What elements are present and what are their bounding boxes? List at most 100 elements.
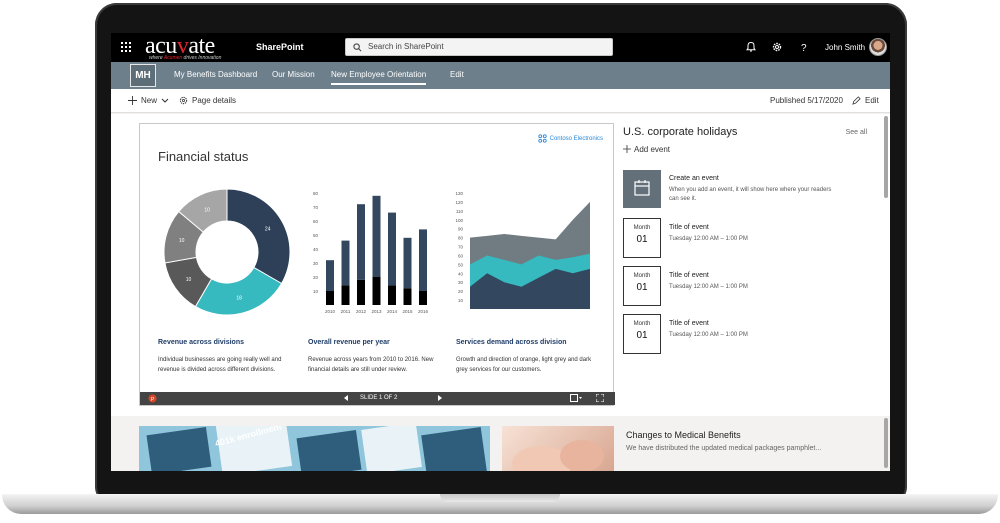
- bar-segment-base: [341, 285, 350, 305]
- bar-segment-top: [326, 260, 334, 291]
- view-mode-icon[interactable]: [570, 394, 582, 402]
- pencil-icon: [852, 96, 861, 105]
- site-nav: MH My Benefits Dashboard Our Mission New…: [111, 62, 890, 89]
- donut-label: 10: [204, 207, 210, 213]
- suite-bar: acuvate where Acumen drives Innovation S…: [111, 33, 890, 62]
- y-tick-label: 10: [313, 289, 319, 294]
- help-icon[interactable]: ?: [798, 41, 810, 53]
- y-tick-label: 70: [458, 245, 464, 250]
- app-launcher-icon[interactable]: [121, 42, 131, 52]
- donut-chart: 24 18 10 10 10: [163, 188, 291, 316]
- y-tick-label: 40: [458, 271, 464, 276]
- bar-segment-base: [388, 285, 396, 305]
- published-status: Published 5/17/2020: [770, 96, 843, 105]
- create-event-card[interactable]: Create an event When you add an event, i…: [623, 170, 873, 210]
- screen: acuvate where Acumen drives Innovation S…: [111, 33, 890, 471]
- event-item[interactable]: Month 01 Title of event Tuesday 12:00 AM …: [623, 266, 873, 306]
- edit-button[interactable]: Edit: [852, 96, 879, 105]
- bar-chart: 10 20 30 40 50 60 70 80 2010 2011 2012 2013 2014 2015…: [313, 191, 429, 314]
- y-tick-label: 30: [313, 261, 319, 266]
- event-time: Tuesday 12:00 AM – 1:00 PM: [669, 236, 748, 242]
- site-logo[interactable]: MH: [130, 64, 156, 87]
- bar-segment-top: [419, 229, 427, 291]
- caption-text-3: Growth and direction of orange, light gr…: [456, 357, 592, 373]
- command-bar: New Page details Published 5/17/2020 Edi…: [111, 89, 890, 113]
- brand-label: Contoso Electronics: [549, 135, 603, 142]
- bar-segment-base: [326, 291, 334, 305]
- bell-icon[interactable]: [745, 41, 757, 53]
- event-title: Title of event: [669, 320, 709, 327]
- x-tick-label: 2013: [371, 309, 382, 314]
- y-tick-label: 80: [313, 191, 319, 196]
- powerpoint-icon[interactable]: P: [148, 394, 157, 403]
- donut-label: 10: [179, 238, 185, 244]
- app-name[interactable]: SharePoint: [256, 42, 304, 52]
- page-details-label: Page details: [192, 96, 237, 105]
- scrollbar[interactable]: [884, 116, 888, 198]
- x-tick-label: 2012: [356, 309, 367, 314]
- caption-heading-3: Services demand across division: [456, 339, 567, 346]
- scrollbar-lower[interactable]: [884, 418, 888, 468]
- event-date: Month 01: [623, 218, 661, 258]
- caption-heading-2: Overall revenue per year: [308, 339, 390, 346]
- new-button[interactable]: New: [128, 96, 169, 105]
- fullscreen-icon[interactable]: [596, 394, 604, 402]
- bar-segment-base: [372, 277, 381, 305]
- x-tick-label: 2016: [418, 309, 429, 314]
- caption-text-2: Revenue across years from 2010 to 2016. …: [308, 357, 434, 373]
- brand-icon: [538, 134, 547, 143]
- bar-segment-base: [403, 288, 412, 305]
- event-date: Month 01: [623, 266, 661, 306]
- donut-label: 10: [186, 277, 192, 283]
- edit-label: Edit: [865, 96, 879, 105]
- create-event-text: When you add an event, it will show here…: [669, 187, 832, 202]
- x-tick-label: 2015: [402, 309, 413, 314]
- area-chart: 10 20 30 40 50 60 70 80 90 100 110 120 130: [455, 191, 590, 309]
- bar-segment-top: [388, 212, 396, 286]
- bar-segment-top: [357, 204, 365, 280]
- settings-icon: [179, 96, 188, 105]
- nav-item-orientation[interactable]: New Employee Orientation: [331, 70, 427, 85]
- bar-segment-top: [372, 195, 381, 277]
- add-event-label: Add event: [634, 145, 671, 154]
- previous-slide-icon[interactable]: [342, 394, 350, 402]
- powerpoint-slide[interactable]: Contoso Electronics Financial status 24 1…: [139, 123, 615, 406]
- y-tick-label: 30: [458, 280, 464, 285]
- nav-item-mission[interactable]: Our Mission: [272, 70, 315, 79]
- caption-heading-1: Revenue across divisions: [158, 339, 244, 346]
- plus-icon: [128, 96, 137, 105]
- event-title: Title of event: [669, 272, 709, 279]
- y-tick-label: 130: [455, 191, 463, 196]
- search-icon: [353, 43, 362, 52]
- y-tick-label: 70: [313, 205, 319, 210]
- avatar[interactable]: [869, 38, 887, 56]
- company-tagline: where Acumen drives Innovation: [149, 55, 222, 61]
- x-tick-label: 2011: [341, 309, 351, 314]
- nav-item-edit[interactable]: Edit: [450, 70, 464, 79]
- y-tick-label: 50: [313, 233, 319, 238]
- bar-segment-top: [341, 240, 350, 286]
- news-title[interactable]: Changes to Medical Benefits: [626, 430, 741, 440]
- y-tick-label: 40: [313, 247, 319, 252]
- user-name[interactable]: John Smith: [825, 43, 865, 52]
- search-input[interactable]: Search in SharePoint: [345, 38, 613, 56]
- gear-icon[interactable]: [771, 41, 783, 53]
- nav-item-benefits[interactable]: My Benefits Dashboard: [174, 70, 257, 79]
- bar-segment-base: [419, 291, 427, 305]
- event-item[interactable]: Month 01 Title of event Tuesday 12:00 AM …: [623, 314, 873, 354]
- company-logo[interactable]: acuvate: [145, 34, 215, 58]
- page-details-button[interactable]: Page details: [179, 96, 236, 105]
- event-time: Tuesday 12:00 AM – 1:00 PM: [669, 332, 748, 338]
- event-item[interactable]: Month 01 Title of event Tuesday 12:00 AM …: [623, 218, 873, 258]
- bar-segment-top: [403, 237, 412, 289]
- next-slide-icon[interactable]: [436, 394, 444, 402]
- see-all-link[interactable]: See all: [846, 129, 867, 136]
- slide-title: Financial status: [158, 149, 249, 164]
- news-thumbnail-medical[interactable]: [502, 426, 614, 471]
- y-tick-label: 110: [456, 209, 464, 214]
- y-tick-label: 20: [458, 289, 464, 294]
- add-event-button[interactable]: Add event: [623, 145, 670, 154]
- page-content: Contoso Electronics Financial status 24 1…: [111, 114, 890, 416]
- news-thumbnail-401k[interactable]: 401k enrollment: [139, 426, 490, 471]
- event-time: Tuesday 12:00 AM – 1:00 PM: [669, 284, 748, 290]
